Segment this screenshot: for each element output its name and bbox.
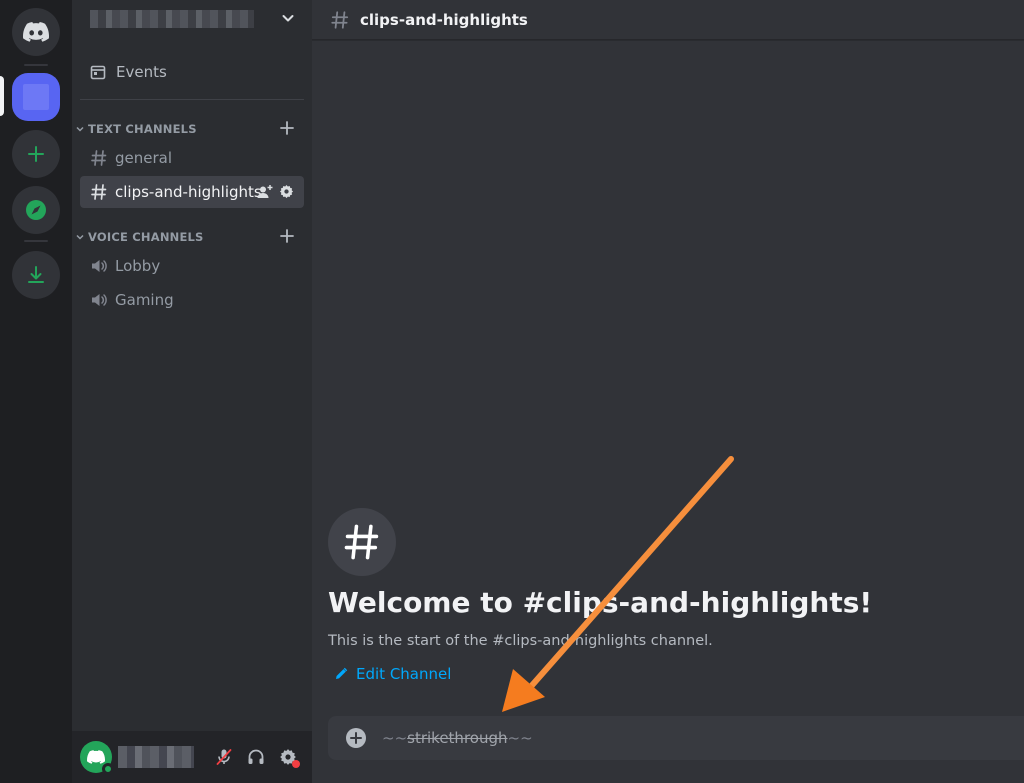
avatar[interactable] — [80, 741, 114, 775]
username-blurred[interactable] — [118, 746, 194, 768]
gear-icon[interactable] — [279, 184, 294, 199]
create-channel-plus-icon[interactable] — [280, 229, 294, 243]
user-panel — [72, 731, 312, 783]
discord-logo-icon — [23, 22, 49, 42]
explore-servers-button[interactable] — [12, 186, 60, 234]
discord-logo-icon — [87, 750, 105, 764]
download-apps-button[interactable] — [12, 251, 60, 299]
welcome-title: Welcome to #clips-and-highlights! — [328, 586, 873, 619]
channel-label: clips-and-highlights — [115, 183, 262, 201]
channel-general[interactable]: general — [80, 142, 304, 174]
user-settings-button[interactable] — [272, 741, 304, 773]
server-rail — [0, 0, 72, 783]
server-avatar-blurred — [23, 84, 49, 110]
channel-sidebar: Events TEXT CHANNELS general clips-and-h… — [72, 0, 312, 783]
markdown-prefix: ~~ — [382, 729, 408, 747]
edit-channel-link[interactable]: Edit Channel — [334, 665, 451, 683]
category-label: VOICE CHANNELS — [88, 230, 204, 244]
channel-label: Lobby — [115, 257, 161, 275]
category-text-channels[interactable]: TEXT CHANNELS — [74, 117, 310, 141]
hashtag-icon — [344, 524, 379, 560]
chevron-down-icon — [282, 15, 294, 22]
chevron-down-icon — [74, 233, 86, 241]
notification-dot — [292, 760, 300, 768]
channel-title: clips-and-highlights — [360, 10, 528, 29]
rail-separator — [24, 240, 48, 242]
server-name-blurred — [90, 10, 254, 28]
online-status-badge — [102, 763, 114, 775]
plus-circle-icon — [346, 728, 366, 748]
headphones-icon — [248, 749, 264, 764]
create-channel-plus-icon[interactable] — [280, 121, 294, 135]
mute-microphone-button[interactable] — [208, 741, 240, 773]
speaker-icon — [89, 257, 109, 275]
pencil-icon — [334, 667, 348, 681]
server-header[interactable] — [72, 0, 312, 38]
hashtag-icon — [330, 10, 350, 30]
discord-home-button[interactable] — [12, 8, 60, 56]
events-button[interactable]: Events — [80, 56, 304, 88]
rail-separator — [24, 64, 48, 66]
channel-label: general — [115, 149, 173, 167]
message-composer[interactable]: ~~ strikethrough ~~ — [328, 716, 1024, 760]
selected-server-indicator — [0, 76, 4, 116]
download-icon — [28, 266, 44, 283]
category-voice-channels[interactable]: VOICE CHANNELS — [74, 225, 310, 249]
channel-lobby[interactable]: Lobby — [80, 250, 304, 282]
deafen-button[interactable] — [240, 741, 272, 773]
chevron-down-icon — [74, 125, 86, 133]
compass-icon — [26, 200, 46, 220]
events-label: Events — [116, 63, 167, 81]
channel-welcome-icon — [328, 508, 396, 576]
attach-button[interactable] — [344, 726, 368, 750]
welcome-subtitle: This is the start of the #clips-and-high… — [328, 633, 713, 649]
hashtag-icon — [89, 183, 109, 201]
add-server-button[interactable] — [12, 130, 60, 178]
channel-clips-and-highlights[interactable]: clips-and-highlights — [80, 176, 304, 208]
channel-gaming[interactable]: Gaming — [80, 284, 304, 316]
channel-header: clips-and-highlights — [312, 0, 1024, 40]
channel-label: Gaming — [115, 291, 174, 309]
strikethrough-text: strikethrough — [407, 729, 508, 747]
edit-channel-label: Edit Channel — [356, 665, 452, 683]
speaker-icon — [89, 291, 109, 309]
plus-icon — [28, 146, 44, 162]
invite-user-icon[interactable] — [257, 184, 273, 200]
microphone-muted-icon — [216, 749, 232, 765]
category-label: TEXT CHANNELS — [88, 122, 197, 136]
hashtag-icon — [89, 149, 109, 167]
markdown-suffix: ~~ — [507, 729, 533, 747]
server-icon-button[interactable] — [12, 73, 60, 121]
calendar-icon — [90, 64, 106, 80]
sidebar-divider — [80, 99, 304, 100]
message-input[interactable]: ~~ strikethrough ~~ — [382, 729, 533, 747]
